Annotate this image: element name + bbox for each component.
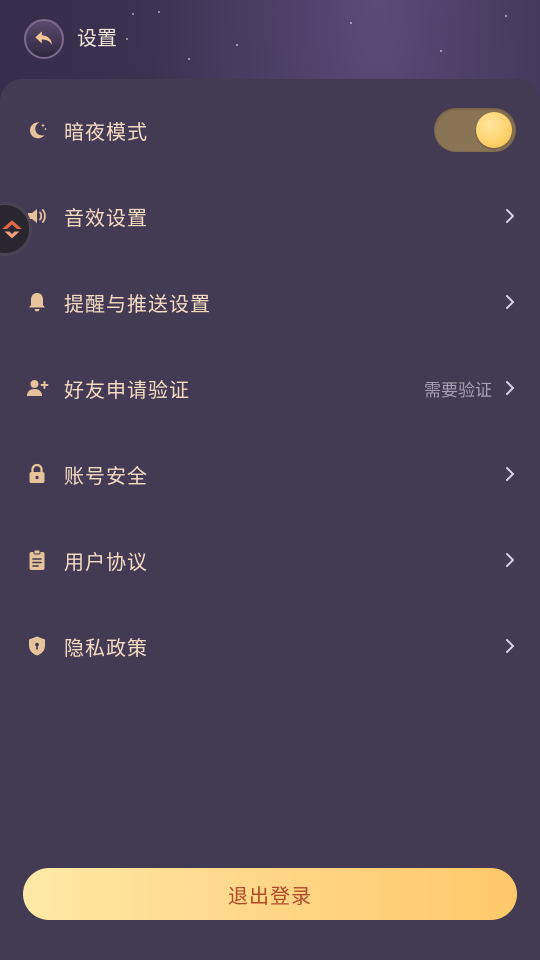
user-agreement-label: 用户协议 [64,549,148,574]
chevron-right-icon [506,553,514,567]
chevron-right-icon [506,295,514,309]
back-arrow-icon [35,31,53,45]
setting-row-notifications[interactable]: 提醒与推送设置 [0,259,540,345]
chevron-right-icon [506,467,514,481]
chevron-right-icon [506,639,514,653]
lock-icon [24,461,50,487]
logout-button[interactable]: 退出登录 [23,868,517,920]
back-button[interactable] [24,19,64,59]
dark-mode-toggle[interactable] [434,108,516,152]
sound-settings-label: 音效设置 [64,205,148,230]
clipboard-icon [24,547,50,573]
chevron-right-icon [506,381,514,395]
setting-row-friend-request[interactable]: 好友申请验证 需要验证 [0,345,540,431]
setting-row-user-agreement[interactable]: 用户协议 [0,517,540,603]
setting-row-dark-mode: 暗夜模式 [0,87,540,173]
header-bar: 设置 [0,0,540,78]
shield-icon [24,633,50,659]
setting-row-privacy-policy[interactable]: 隐私政策 [0,603,540,689]
moon-stars-icon [24,117,50,143]
settings-panel: 暗夜模式 音效设置 提醒与推送设置 好友申请验证 需要验证 账号安全 用户协议 … [0,79,540,960]
chevron-right-icon [506,209,514,223]
page-title: 设置 [77,26,117,50]
app-logo-icon [2,220,22,239]
setting-row-sound[interactable]: 音效设置 [0,173,540,259]
toggle-knob [476,112,512,148]
dark-mode-label: 暗夜模式 [64,119,148,144]
privacy-policy-label: 隐私政策 [64,635,148,660]
bell-icon [24,289,50,315]
friend-request-value: 需要验证 [424,380,492,401]
account-security-label: 账号安全 [64,463,148,488]
friend-request-label: 好友申请验证 [64,377,190,402]
notifications-label: 提醒与推送设置 [64,291,211,316]
setting-row-account-security[interactable]: 账号安全 [0,431,540,517]
add-user-icon [24,375,50,401]
